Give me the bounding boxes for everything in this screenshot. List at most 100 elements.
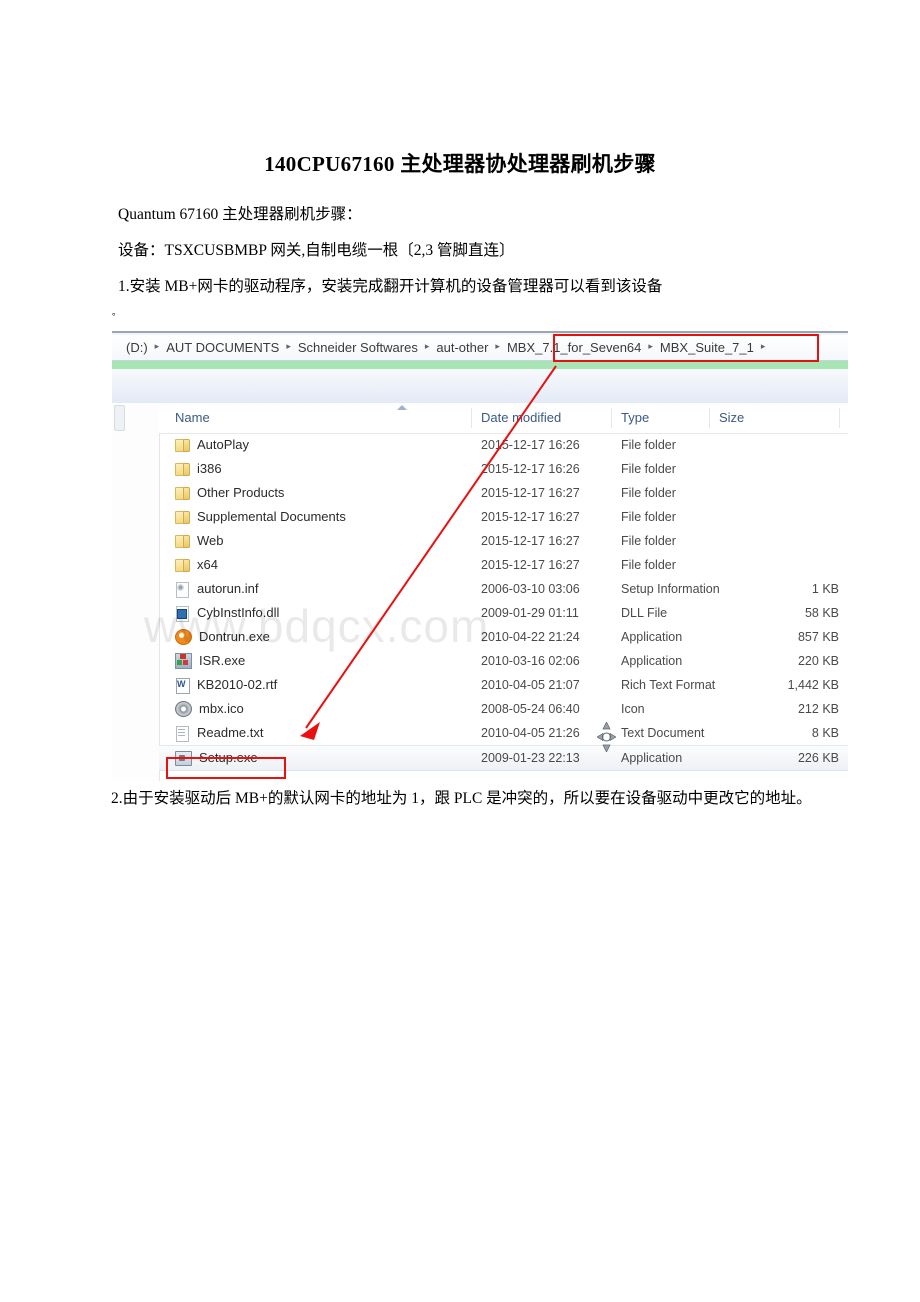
column-divider[interactable] [471,408,472,428]
address-bar-region: (D:) ▸ AUT DOCUMENTS ▸ Schneider Softwares ▸ a… [112,331,848,371]
column-divider[interactable] [709,408,710,428]
column-header-type[interactable]: Type [621,410,649,425]
folder-icon [175,486,190,500]
file-name-cell[interactable]: i386 [175,457,222,481]
text-document-icon [175,726,190,742]
file-name-label: Other Products [197,485,285,500]
file-date-cell: 2010-04-05 21:07 [481,678,580,692]
breadcrumb-bar[interactable]: (D:) ▸ AUT DOCUMENTS ▸ Schneider Softwares ▸ a… [112,335,848,361]
icon-file-icon [175,701,192,717]
file-date-cell: 2015-12-17 16:27 [481,486,580,500]
explorer-toolbar[interactable] [112,369,848,404]
file-type-cell: Setup Information [621,582,720,596]
folder-icon [175,510,190,524]
file-row[interactable]: x64 2015-12-17 16:27 File folder [159,553,848,577]
chevron-right-icon[interactable]: ▸ [492,341,503,352]
file-name-label: Dontrun.exe [199,629,270,644]
file-name-cell[interactable]: Supplemental Documents [175,505,346,529]
file-date-cell: 2008-05-24 06:40 [481,702,580,716]
file-name-label: mbx.ico [199,701,244,716]
paragraph-intro: Quantum 67160 主处理器刷机步骤： [118,206,362,223]
file-row[interactable]: CybInstInfo.dll 2009-01-29 01:11 DLL File 5… [159,601,848,625]
file-date-cell: 2015-12-17 16:27 [481,558,580,572]
file-rows: AutoPlay 2015-12-17 16:26 File folder i386 2… [159,433,848,771]
file-date-cell: 2010-04-22 21:24 [481,630,580,644]
file-type-cell: File folder [621,462,676,476]
scrollbar-thumb[interactable] [114,405,125,431]
breadcrumb-item-1[interactable]: AUT DOCUMENTS [162,340,283,355]
file-name-cell[interactable]: KB2010-02.rtf [175,673,277,697]
file-size-cell: 857 KB [797,630,839,644]
file-name-cell[interactable]: AutoPlay [175,433,249,457]
chevron-right-icon[interactable]: ▸ [422,341,433,352]
file-name-label: Readme.txt [197,725,264,740]
file-type-cell: Application [621,751,683,765]
file-row[interactable]: Setup.exe 2009-01-23 22:13 Application 226 … [159,745,848,771]
file-name-label: Supplemental Documents [197,509,346,524]
chevron-right-icon[interactable]: ▸ [645,341,656,352]
file-date-cell: 2015-12-17 16:27 [481,534,580,548]
file-type-cell: File folder [621,438,676,452]
breadcrumb-item-4[interactable]: MBX_7.1_for_Seven64 [503,340,645,355]
file-name-cell[interactable]: CybInstInfo.dll [175,601,279,625]
chevron-right-icon[interactable]: ▸ [758,341,769,352]
file-row[interactable]: Supplemental Documents 2015-12-17 16:27 Fi… [159,505,848,529]
file-type-cell: Application [621,654,683,668]
column-header-size[interactable]: Size [719,410,744,425]
file-size-cell: 226 KB [797,751,839,765]
chevron-right-icon[interactable]: ▸ [283,341,294,352]
file-name-cell[interactable]: Web [175,529,224,553]
file-date-cell: 2010-04-05 21:26 [481,726,580,740]
file-row[interactable]: AutoPlay 2015-12-17 16:26 File folder [159,433,848,457]
file-name-cell[interactable]: mbx.ico [175,697,244,721]
column-divider[interactable] [839,408,840,428]
file-row[interactable]: i386 2015-12-17 16:26 File folder [159,457,848,481]
file-size-cell: 8 KB [811,726,839,740]
paragraph-step-1-tail: 。 [112,307,122,317]
column-header-date-modified[interactable]: Date modified [481,410,561,425]
file-name-cell[interactable]: Readme.txt [175,721,263,745]
file-date-cell: 2009-01-29 01:11 [481,606,579,620]
installer-icon [175,653,192,669]
file-size-cell: 1 KB [811,582,839,596]
file-row[interactable]: ISR.exe 2010-03-16 02:06 Application 220 KB [159,649,848,673]
file-name-cell[interactable]: x64 [175,553,218,577]
breadcrumb-item-3[interactable]: aut-other [432,340,492,355]
file-type-cell: File folder [621,486,676,500]
file-row[interactable]: mbx.ico 2008-05-24 06:40 Icon 212 KB [159,697,848,721]
column-header-name[interactable]: Name [175,410,210,425]
file-name-label: Setup.exe [199,750,258,765]
column-divider[interactable] [611,408,612,428]
file-name-label: AutoPlay [197,437,250,452]
column-header-row: Name Date modified Type Size [159,403,848,434]
dll-file-icon [175,606,190,622]
file-type-cell: Rich Text Format [621,678,716,692]
file-name-label: Web [197,533,224,548]
file-row[interactable]: Dontrun.exe 2010-04-22 21:24 Application 85… [159,625,848,649]
file-name-cell[interactable]: Other Products [175,481,284,505]
file-name-cell[interactable]: autorun.inf [175,577,258,601]
file-row[interactable]: KB2010-02.rtf 2010-04-05 21:07 Rich Text F… [159,673,848,697]
file-name-label: ISR.exe [199,653,246,668]
folder-icon [175,462,190,476]
file-date-cell: 2006-03-10 03:06 [481,582,580,596]
folder-icon [175,438,190,452]
move-cursor-icon [597,722,616,752]
sort-ascending-icon [397,405,407,410]
explorer-screenshot: (D:) ▸ AUT DOCUMENTS ▸ Schneider Softwares ▸ a… [112,331,848,781]
breadcrumb-item-0[interactable]: (D:) [122,340,152,355]
wordpad-icon [175,677,190,694]
breadcrumb-item-2[interactable]: Schneider Softwares [294,340,422,355]
file-row[interactable]: Other Products 2015-12-17 16:27 File folde… [159,481,848,505]
file-row[interactable]: autorun.inf 2006-03-10 03:06 Setup Informa… [159,577,848,601]
file-row[interactable]: Web 2015-12-17 16:27 File folder [159,529,848,553]
breadcrumb-item-5[interactable]: MBX_Suite_7_1 [656,340,758,355]
file-name-cell[interactable]: ISR.exe [175,649,245,673]
application-icon [175,629,192,645]
file-size-cell: 1,442 KB [787,678,839,692]
file-row[interactable]: Readme.txt 2010-04-05 21:26 Text Document 8… [159,721,848,745]
file-date-cell: 2015-12-17 16:27 [481,510,580,524]
file-name-cell[interactable]: Setup.exe [175,746,258,770]
chevron-right-icon[interactable]: ▸ [152,341,163,352]
file-name-cell[interactable]: Dontrun.exe [175,625,270,649]
